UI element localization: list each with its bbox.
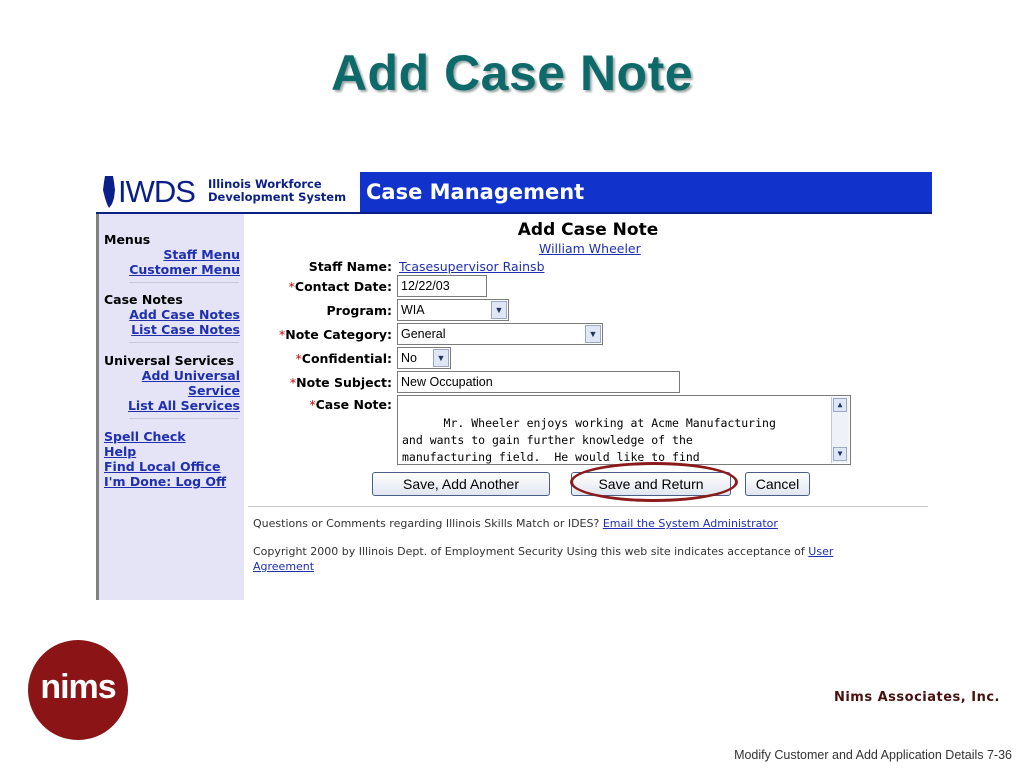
sidebar-item-add-universal-service-line2[interactable]: Service bbox=[188, 383, 240, 398]
confidential-select-value: No bbox=[401, 351, 417, 365]
program-select[interactable]: WIA ▼ bbox=[397, 299, 509, 321]
sidebar-item-help[interactable]: Help bbox=[104, 444, 136, 459]
program-select-value: WIA bbox=[401, 303, 425, 317]
company-name: Nims Associates, Inc. bbox=[833, 690, 1000, 705]
footer-questions-text: Questions or Comments regarding Illinois… bbox=[253, 517, 600, 530]
cancel-button[interactable]: Cancel bbox=[745, 472, 810, 496]
chevron-down-icon[interactable]: ▼ bbox=[433, 349, 449, 367]
confidential-label: *Confidential: bbox=[296, 351, 392, 366]
note-category-select-value: General bbox=[401, 327, 446, 341]
case-note-textarea[interactable]: Mr. Wheeler enjoys working at Acme Manuf… bbox=[397, 395, 851, 465]
save-add-another-button[interactable]: Save, Add Another bbox=[372, 472, 550, 496]
illinois-state-icon bbox=[103, 176, 115, 208]
contact-date-label-text: Contact Date: bbox=[294, 279, 392, 294]
iwds-logo: IWDS bbox=[118, 174, 196, 209]
nims-logo: nims bbox=[28, 640, 128, 740]
user-agreement-link[interactable]: User bbox=[808, 545, 833, 558]
copyright-text: Copyright 2000 by Illinois Dept. of Empl… bbox=[253, 545, 805, 558]
sidebar-item-list-case-notes[interactable]: List Case Notes bbox=[131, 322, 240, 337]
note-subject-label-text: Note Subject: bbox=[296, 375, 392, 390]
sidebar-item-add-case-notes[interactable]: Add Case Notes bbox=[129, 307, 240, 322]
sidebar-heading-menus: Menus bbox=[104, 232, 151, 247]
sidebar-item-staff-menu[interactable]: Staff Menu bbox=[163, 247, 240, 262]
slide-footer: Modify Customer and Add Application Deta… bbox=[734, 748, 1012, 762]
email-admin-link[interactable]: Email the System Administrator bbox=[603, 517, 778, 530]
note-category-select[interactable]: General ▼ bbox=[397, 323, 603, 345]
org-line-2: Development System bbox=[208, 190, 347, 204]
note-subject-label: *Note Subject: bbox=[290, 375, 392, 390]
sidebar-item-add-universal-service[interactable]: Add Universal bbox=[142, 368, 240, 383]
note-subject-field[interactable]: New Occupation bbox=[397, 371, 680, 393]
case-note-label-text: Case Note: bbox=[315, 397, 392, 412]
sidebar: Menus Staff Menu Customer Menu Case Note… bbox=[96, 214, 244, 600]
screenshot-frame: IWDS Illinois Workforce Development Syst… bbox=[96, 172, 932, 600]
nims-logo-text: nims bbox=[40, 668, 116, 706]
sidebar-divider bbox=[129, 418, 239, 419]
note-category-label: *Note Category: bbox=[279, 327, 392, 342]
footer-divider bbox=[248, 506, 928, 507]
staff-name-link[interactable]: Tcasesupervisor Rainsb bbox=[399, 259, 545, 274]
sidebar-item-list-all-services[interactable]: List All Services bbox=[128, 398, 240, 413]
logo-area: IWDS Illinois Workforce Development Syst… bbox=[96, 172, 360, 212]
sidebar-divider bbox=[129, 342, 239, 343]
case-note-text: Mr. Wheeler enjoys working at Acme Manuf… bbox=[402, 416, 776, 464]
footer-questions: Questions or Comments regarding Illinois… bbox=[253, 516, 778, 531]
highlight-circle bbox=[570, 462, 738, 502]
org-name: Illinois Workforce Development System bbox=[208, 178, 346, 204]
staff-name-label: Staff Name: bbox=[308, 259, 392, 274]
sidebar-heading-case-notes: Case Notes bbox=[104, 292, 183, 307]
chevron-down-icon[interactable]: ▼ bbox=[491, 301, 507, 319]
contact-date-field[interactable]: 12/22/03 bbox=[397, 275, 487, 297]
slide-title: Add Case Note bbox=[330, 45, 694, 101]
chevron-down-icon[interactable]: ▼ bbox=[833, 447, 847, 461]
case-note-label: *Case Note: bbox=[309, 397, 392, 412]
app-title: Case Management bbox=[366, 180, 585, 204]
sidebar-heading-universal-services: Universal Services bbox=[104, 353, 235, 368]
main-content: Add Case Note William Wheeler Staff Name… bbox=[244, 214, 932, 600]
sidebar-item-spell-check[interactable]: Spell Check bbox=[104, 429, 186, 444]
confidential-select[interactable]: No ▼ bbox=[397, 347, 451, 369]
form-title-text: Add Case Note bbox=[517, 220, 659, 240]
sidebar-divider bbox=[129, 282, 239, 283]
chevron-down-icon[interactable]: ▼ bbox=[585, 325, 601, 343]
customer-name-link[interactable]: William Wheeler bbox=[539, 241, 641, 256]
form-title: Add Case Note bbox=[244, 220, 932, 240]
footer-copyright: Copyright 2000 by Illinois Dept. of Empl… bbox=[253, 544, 913, 574]
sidebar-item-log-off[interactable]: I'm Done: Log Off bbox=[104, 474, 226, 489]
program-label: Program: bbox=[326, 303, 393, 318]
user-agreement-link-line2[interactable]: Agreement bbox=[253, 560, 314, 573]
confidential-label-text: Confidential: bbox=[301, 351, 392, 366]
contact-date-label: *Contact Date: bbox=[289, 279, 392, 294]
sidebar-item-customer-menu[interactable]: Customer Menu bbox=[129, 262, 240, 277]
chevron-up-icon[interactable]: ▲ bbox=[833, 398, 847, 412]
note-category-label-text: Note Category: bbox=[285, 327, 392, 342]
textarea-scrollbar[interactable]: ▲ ▼ bbox=[831, 397, 849, 463]
sidebar-item-find-local-office[interactable]: Find Local Office bbox=[104, 459, 221, 474]
app-banner: IWDS Illinois Workforce Development Syst… bbox=[96, 172, 932, 214]
